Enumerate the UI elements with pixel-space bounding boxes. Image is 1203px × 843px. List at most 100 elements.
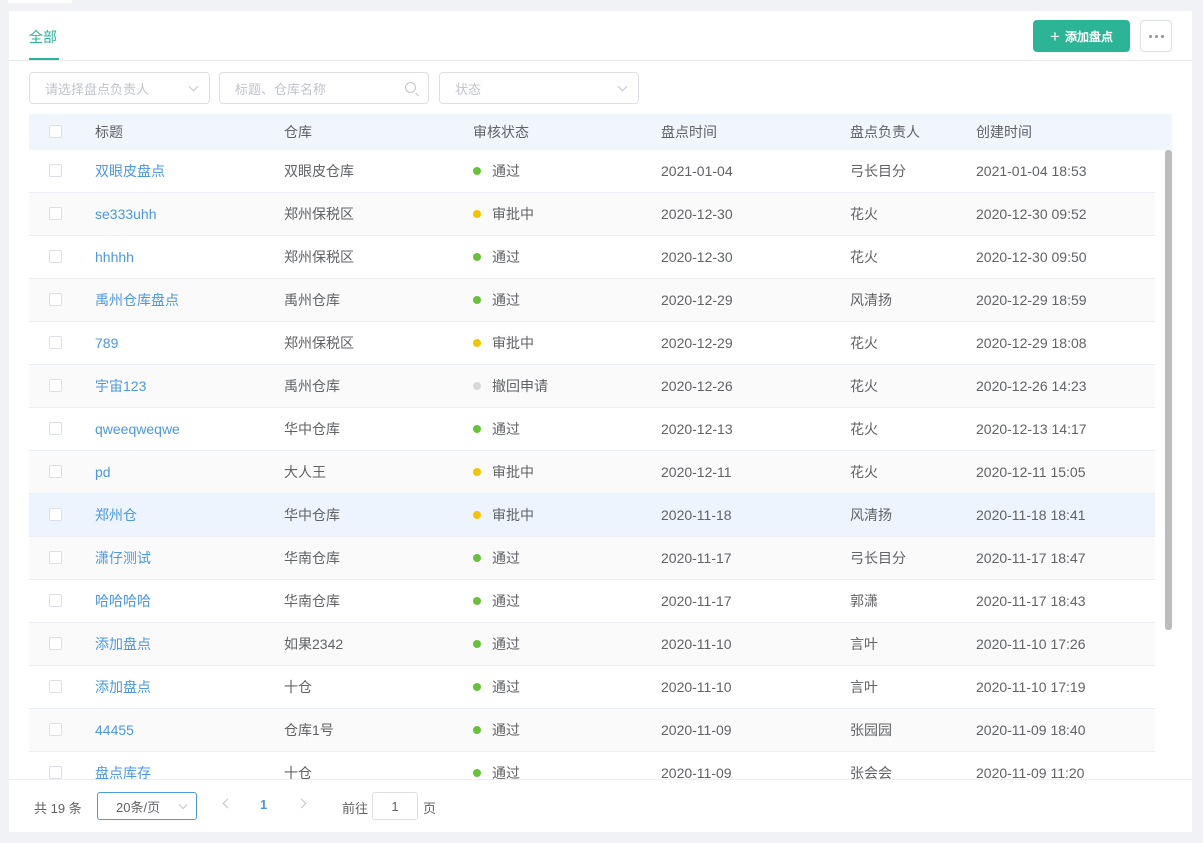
row-warehouse: 禹州仓库 — [284, 292, 340, 308]
row-title-link[interactable]: 双眼皮盘点 — [95, 150, 165, 192]
row-created: 2020-11-09 11:20 — [976, 765, 1085, 780]
row-owner: 郭潇 — [850, 593, 878, 609]
row-checkbox[interactable] — [49, 207, 62, 220]
row-title-link[interactable]: 44455 — [95, 709, 134, 751]
more-options-button[interactable] — [1140, 20, 1172, 52]
pagination-bar: 共 19 条 20条/页 1 前往 页 — [9, 779, 1192, 832]
goto-page-input[interactable] — [372, 792, 418, 820]
inventory-check-panel: 全部 + 添加盘点 请选择盘点负责人 标题、仓库名称 状态 标题 仓库 审核状态… — [9, 11, 1192, 832]
column-header-check-date[interactable]: 盘点时间 — [661, 114, 717, 150]
select-all-checkbox[interactable] — [49, 125, 62, 138]
row-title-link[interactable]: 郑州仓 — [95, 494, 137, 536]
goto-label: 前往 — [342, 801, 369, 816]
row-title-link[interactable]: qweeqweqwe — [95, 408, 180, 450]
table-row[interactable]: 潇仔测试 华南仓库 通过 2020-11-17 弓长目分 2020-11-17 18:47 — [29, 537, 1155, 580]
row-warehouse: 华中仓库 — [284, 421, 340, 437]
prev-page-icon[interactable] — [222, 798, 233, 809]
row-check-date: 2020-12-11 — [661, 464, 732, 480]
table-row[interactable]: 盘点库存 十仓 通过 2020-11-09 张会会 2020-11-09 11:20 — [29, 752, 1155, 780]
row-checkbox[interactable] — [49, 508, 62, 521]
status-dot-icon — [473, 511, 481, 519]
row-created: 2020-12-30 09:52 — [976, 206, 1087, 222]
row-status: 通过 — [473, 752, 520, 780]
table-row[interactable]: 郑州仓 华中仓库 审批中 2020-11-18 风清扬 2020-11-18 18:41 — [29, 494, 1155, 537]
row-title-link[interactable]: 添加盘点 — [95, 666, 151, 708]
row-check-date: 2020-11-09 — [661, 765, 732, 780]
row-checkbox[interactable] — [49, 250, 62, 263]
next-page-icon[interactable] — [296, 798, 307, 809]
page-size-value: 20条/页 — [116, 799, 161, 815]
column-header-warehouse[interactable]: 仓库 — [284, 114, 312, 150]
row-created: 2020-11-18 18:41 — [976, 507, 1086, 523]
row-check-date: 2020-12-26 — [661, 378, 733, 394]
table-row[interactable]: 禹州仓库盘点 禹州仓库 通过 2020-12-29 风清扬 2020-12-29 18:5… — [29, 279, 1155, 322]
row-title-link[interactable]: 宇宙123 — [95, 365, 146, 407]
table-row[interactable]: 哈哈哈哈 华南仓库 通过 2020-11-17 郭潇 2020-11-17 18:43 — [29, 580, 1155, 623]
row-checkbox[interactable] — [49, 551, 62, 564]
row-checkbox[interactable] — [49, 723, 62, 736]
table-row[interactable]: 添加盘点 十仓 通过 2020-11-10 言叶 2020-11-10 17:19 — [29, 666, 1155, 709]
row-title-link[interactable]: se333uhh — [95, 193, 157, 235]
row-created: 2020-12-13 14:17 — [976, 421, 1087, 437]
row-title-link[interactable]: 潇仔测试 — [95, 537, 151, 579]
row-warehouse: 郑州保税区 — [284, 335, 354, 351]
keyword-search-input[interactable]: 标题、仓库名称 — [219, 72, 429, 104]
row-checkbox[interactable] — [49, 293, 62, 306]
table-row[interactable]: hhhhh 郑州保税区 通过 2020-12-30 花火 2020-12-30 09:50 — [29, 236, 1155, 279]
search-icon[interactable] — [405, 82, 416, 93]
row-title-link[interactable]: pd — [95, 451, 111, 493]
status-dot-icon — [473, 253, 481, 261]
row-warehouse: 华南仓库 — [284, 593, 340, 609]
row-title-link[interactable]: 盘点库存 — [95, 752, 151, 780]
row-owner: 张会会 — [850, 765, 892, 780]
status-text: 通过 — [492, 249, 520, 265]
row-check-date: 2020-12-13 — [661, 421, 733, 437]
table-row[interactable]: qweeqweqwe 华中仓库 通过 2020-12-13 花火 2020-12-13 1… — [29, 408, 1155, 451]
row-warehouse: 郑州保税区 — [284, 249, 354, 265]
row-title-link[interactable]: 添加盘点 — [95, 623, 151, 665]
page-size-select[interactable]: 20条/页 — [97, 792, 197, 820]
table-row[interactable]: 789 郑州保税区 审批中 2020-12-29 花火 2020-12-29 18:08 — [29, 322, 1155, 365]
add-inventory-check-button[interactable]: + 添加盘点 — [1033, 20, 1130, 52]
table-scrollbar[interactable] — [1165, 150, 1172, 630]
row-checkbox[interactable] — [49, 164, 62, 177]
row-status: 通过 — [473, 408, 520, 450]
row-created: 2020-12-29 18:08 — [976, 335, 1087, 351]
column-header-status[interactable]: 审核状态 — [473, 114, 529, 150]
status-text: 通过 — [492, 550, 520, 566]
row-checkbox[interactable] — [49, 637, 62, 650]
status-select[interactable]: 状态 — [439, 72, 639, 104]
column-header-title[interactable]: 标题 — [95, 114, 123, 150]
row-title-link[interactable]: 789 — [95, 322, 118, 364]
table-row[interactable]: se333uhh 郑州保税区 审批中 2020-12-30 花火 2020-12-30 0… — [29, 193, 1155, 236]
row-checkbox[interactable] — [49, 465, 62, 478]
status-text: 通过 — [492, 765, 520, 780]
row-checkbox[interactable] — [49, 680, 62, 693]
column-header-created[interactable]: 创建时间 — [976, 114, 1032, 150]
status-dot-icon — [473, 726, 481, 734]
status-dot-icon — [473, 339, 481, 347]
row-checkbox[interactable] — [49, 379, 62, 392]
row-created: 2021-01-04 18:53 — [976, 163, 1087, 179]
table-row[interactable]: 添加盘点 如果2342 通过 2020-11-10 言叶 2020-11-10 17:26 — [29, 623, 1155, 666]
row-checkbox[interactable] — [49, 422, 62, 435]
row-created: 2020-11-17 18:43 — [976, 593, 1086, 609]
row-title-link[interactable]: 哈哈哈哈 — [95, 580, 151, 622]
row-title-link[interactable]: hhhhh — [95, 236, 134, 278]
column-header-owner[interactable]: 盘点负责人 — [850, 114, 920, 150]
row-status: 通过 — [473, 279, 520, 321]
row-title-link[interactable]: 禹州仓库盘点 — [95, 279, 179, 321]
row-checkbox[interactable] — [49, 594, 62, 607]
page-number-current[interactable]: 1 — [260, 797, 267, 812]
tab-all[interactable]: 全部 — [29, 27, 57, 47]
table-row[interactable]: 双眼皮盘点 双眼皮仓库 通过 2021-01-04 弓长目分 2021-01-04 18:… — [29, 150, 1155, 193]
row-warehouse: 郑州保税区 — [284, 206, 354, 222]
table-row[interactable]: pd 大人王 审批中 2020-12-11 花火 2020-12-11 15:05 — [29, 451, 1155, 494]
status-dot-icon — [473, 640, 481, 648]
table-row[interactable]: 宇宙123 禹州仓库 撤回申请 2020-12-26 花火 2020-12-26 14:2… — [29, 365, 1155, 408]
row-owner: 弓长目分 — [850, 550, 906, 566]
row-checkbox[interactable] — [49, 766, 62, 779]
owner-select[interactable]: 请选择盘点负责人 — [29, 72, 210, 104]
row-checkbox[interactable] — [49, 336, 62, 349]
table-row[interactable]: 44455 仓库1号 通过 2020-11-09 张园园 2020-11-09 18:40 — [29, 709, 1155, 752]
